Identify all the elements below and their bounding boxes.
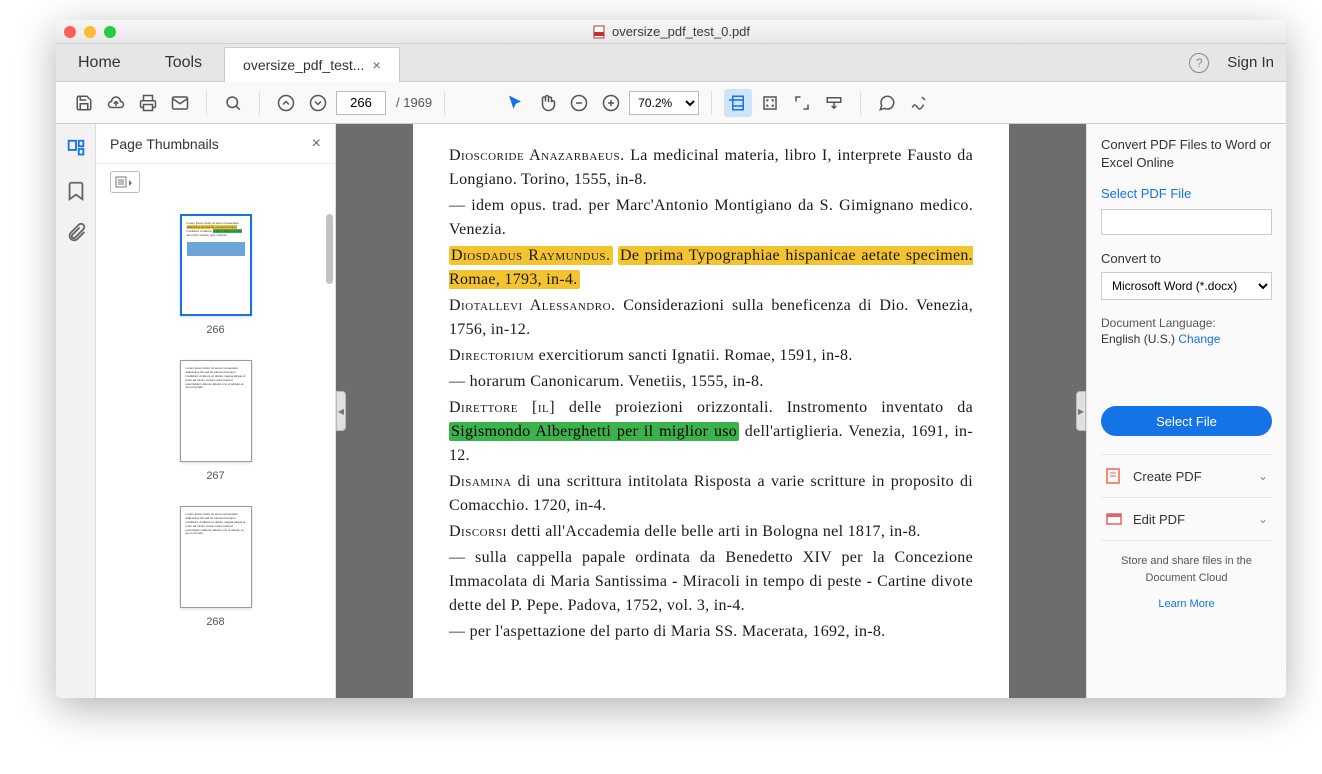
close-window-button[interactable] — [64, 26, 76, 38]
fullscreen-icon[interactable] — [788, 89, 816, 117]
thumbnails-panel: Page Thumbnails × Lorem ipsum dolor sit … — [96, 124, 336, 698]
entry-highlighted: Sigismondo Alberghetti per il miglior us… — [449, 422, 739, 441]
thumbnail-preview: Lorem ipsum dolor sit amet consectetur a… — [180, 506, 252, 608]
thumbnail-preview: Lorem ipsum dolor sit amet consectetur a… — [180, 360, 252, 462]
comment-icon[interactable] — [873, 89, 901, 117]
zoom-select[interactable]: 70.2% — [629, 91, 699, 115]
window-title: oversize_pdf_test_0.pdf — [592, 24, 750, 39]
sign-in-button[interactable]: Sign In — [1227, 54, 1274, 71]
left-rail — [56, 124, 96, 698]
panel-footer: Store and share files in the Document Cl… — [1101, 540, 1272, 613]
create-pdf-icon — [1105, 467, 1123, 485]
traffic-lights — [64, 26, 116, 38]
print-icon[interactable] — [134, 89, 162, 117]
pointer-icon[interactable] — [501, 89, 529, 117]
thumbnail-item[interactable]: Lorem ipsum dolor sit amet consectetur a… — [96, 506, 335, 628]
fit-width-icon[interactable] — [724, 89, 752, 117]
selected-file-box[interactable] — [1101, 209, 1272, 235]
collapse-left-handle[interactable]: ◀ — [336, 391, 346, 431]
entry-text: di una scrittura intitolata Risposta a v… — [449, 473, 973, 514]
entry-author: Direttore [il] — [449, 399, 555, 416]
zoom-in-icon[interactable] — [597, 89, 625, 117]
entry-text: — idem opus. trad. per Marc'Antonio Mont… — [449, 194, 973, 242]
chevron-down-icon: ⌄ — [1258, 469, 1268, 483]
page-down-icon[interactable] — [304, 89, 332, 117]
entry-author: Directorium — [449, 347, 534, 364]
zoom-window-button[interactable] — [104, 26, 116, 38]
entry-text: detti all'Accademia delle belle arti in … — [507, 523, 921, 540]
entry-author: Diotallevi Alessandro. — [449, 297, 616, 314]
convert-to-label: Convert to — [1101, 251, 1272, 266]
email-icon[interactable] — [166, 89, 194, 117]
change-language-link[interactable]: Change — [1178, 332, 1220, 346]
edit-pdf-label: Edit PDF — [1133, 512, 1185, 527]
thumbnails-rail-icon[interactable] — [65, 138, 87, 160]
entry-text: — sulla cappella papale ordinata da Bene… — [449, 546, 973, 618]
page-number-input[interactable] — [336, 91, 386, 115]
hand-icon[interactable] — [533, 89, 561, 117]
document-view[interactable]: ◀ ▶ Dioscoride Anazarbaeus. La medicinal… — [336, 124, 1086, 698]
convert-format-select[interactable]: Microsoft Word (*.docx) — [1101, 272, 1272, 300]
entry-author: Disamina — [449, 473, 512, 490]
tab-document[interactable]: oversize_pdf_test... × — [224, 47, 400, 82]
tab-document-label: oversize_pdf_test... — [243, 57, 364, 73]
window-title-text: oversize_pdf_test_0.pdf — [612, 24, 750, 39]
thumbnail-preview: Lorem ipsum dolor sit amet consectetur. … — [180, 214, 252, 316]
sign-icon[interactable] — [905, 89, 933, 117]
tab-home[interactable]: Home — [56, 45, 143, 81]
doc-language-label: Document Language: — [1101, 316, 1272, 330]
minimize-window-button[interactable] — [84, 26, 96, 38]
doc-language-value: English (U.S.) Change — [1101, 332, 1272, 346]
titlebar: oversize_pdf_test_0.pdf — [56, 20, 1286, 44]
thumbnails-list[interactable]: Lorem ipsum dolor sit amet consectetur. … — [96, 200, 335, 698]
export-title: Convert PDF Files to Word or Excel Onlin… — [1101, 136, 1272, 172]
page-up-icon[interactable] — [272, 89, 300, 117]
entry-text: exercitiorum sancti Ignatii. Romae, 1591… — [534, 347, 852, 364]
help-icon[interactable]: ? — [1189, 53, 1209, 73]
thumbnail-page-number: 266 — [206, 324, 224, 336]
tab-bar: Home Tools oversize_pdf_test... × ? Sign… — [56, 44, 1286, 82]
thumbnail-page-number: 267 — [206, 470, 224, 482]
content-area: Page Thumbnails × Lorem ipsum dolor sit … — [56, 124, 1286, 698]
tab-close-icon[interactable]: × — [372, 57, 380, 73]
chevron-down-icon: ⌄ — [1258, 512, 1268, 526]
learn-more-link[interactable]: Learn More — [1101, 596, 1272, 613]
app-window: oversize_pdf_test_0.pdf Home Tools overs… — [56, 20, 1286, 698]
pdf-page: Dioscoride Anazarbaeus. La medicinal mat… — [413, 124, 1009, 698]
cloud-upload-icon[interactable] — [102, 89, 130, 117]
entry-text: — per l'aspettazione del parto di Maria … — [449, 620, 973, 644]
select-pdf-link[interactable]: Select PDF File — [1101, 186, 1272, 201]
entry-author: Discorsi — [449, 523, 507, 540]
create-pdf-tool[interactable]: Create PDF ⌄ — [1101, 454, 1272, 497]
page-total-label: / 1969 — [396, 95, 432, 110]
right-panel: Convert PDF Files to Word or Excel Onlin… — [1086, 124, 1286, 698]
thumbnails-title: Page Thumbnails — [110, 136, 219, 152]
fit-page-icon[interactable] — [756, 89, 784, 117]
attachment-rail-icon[interactable] — [65, 222, 87, 244]
zoom-out-icon[interactable] — [565, 89, 593, 117]
thumbnails-scrollbar[interactable] — [326, 214, 333, 284]
edit-pdf-tool[interactable]: Edit PDF ⌄ — [1101, 497, 1272, 540]
entry-text: — horarum Canonicarum. Venetiis, 1555, i… — [449, 370, 973, 394]
save-icon[interactable] — [70, 89, 98, 117]
tab-tools[interactable]: Tools — [143, 45, 224, 81]
thumbnails-close-icon[interactable]: × — [312, 135, 321, 153]
thumbnail-item[interactable]: Lorem ipsum dolor sit amet consectetur a… — [96, 360, 335, 482]
entry-author: Dioscoride Anazarbaeus. — [449, 147, 625, 164]
thumbnails-options-button[interactable] — [110, 171, 140, 193]
create-pdf-label: Create PDF — [1133, 469, 1202, 484]
edit-pdf-icon — [1105, 510, 1123, 528]
bookmark-rail-icon[interactable] — [65, 180, 87, 202]
read-mode-icon[interactable] — [820, 89, 848, 117]
thumbnail-page-number: 268 — [206, 616, 224, 628]
thumbnail-item[interactable]: Lorem ipsum dolor sit amet consectetur. … — [96, 214, 335, 336]
toolbar: / 1969 70.2% — [56, 82, 1286, 124]
search-icon[interactable] — [219, 89, 247, 117]
entry-text: delle proiezioni orizzontali. Instroment… — [555, 399, 973, 416]
pdf-file-icon — [592, 25, 606, 39]
entry-author: Diosdadus Raymundus. — [451, 247, 611, 264]
select-file-button[interactable]: Select File — [1101, 406, 1272, 436]
collapse-right-handle[interactable]: ▶ — [1076, 391, 1086, 431]
